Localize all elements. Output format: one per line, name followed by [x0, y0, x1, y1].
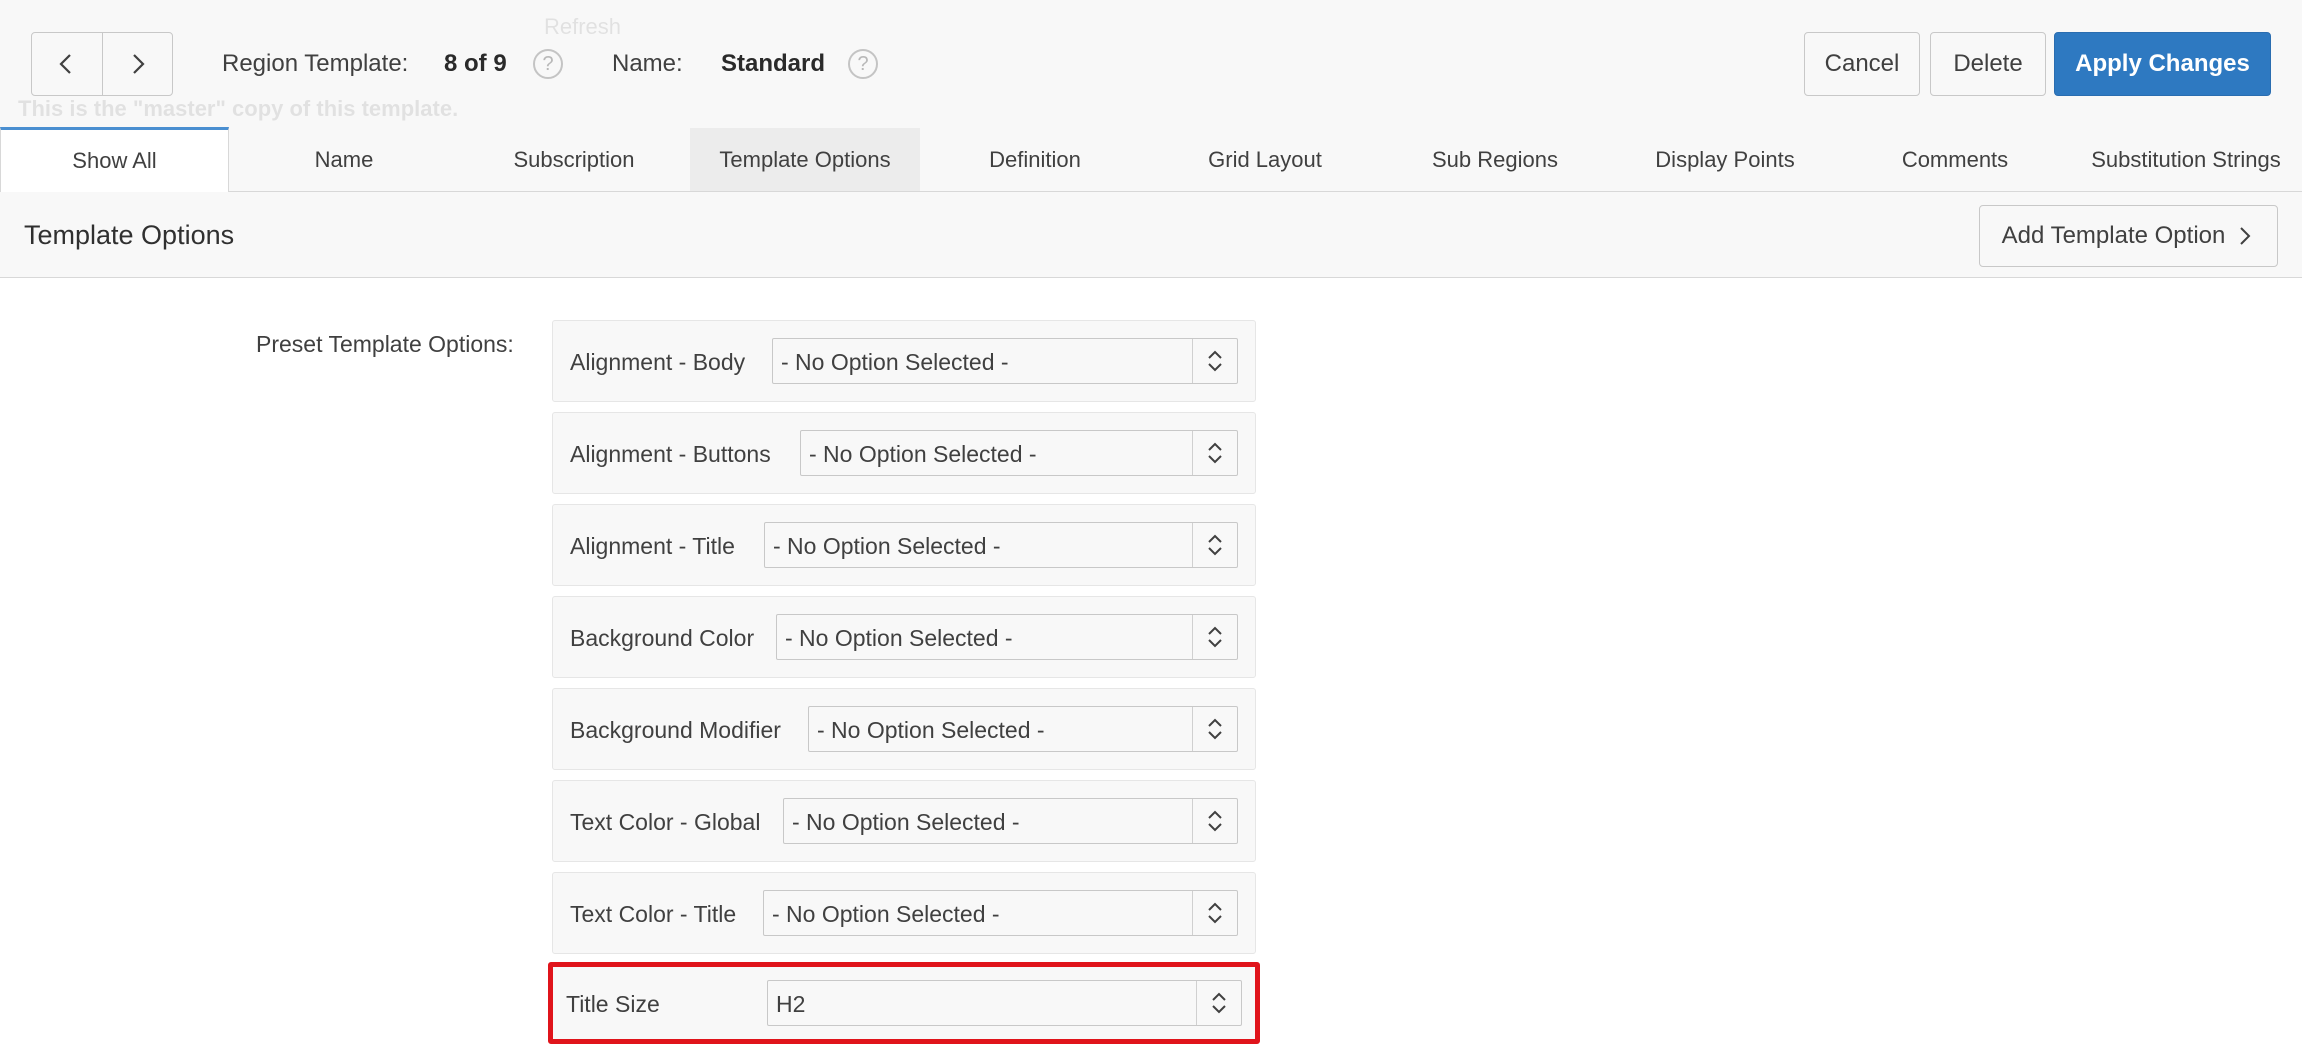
select-value: - No Option Selected - — [817, 717, 1045, 743]
option-label: Background Modifier — [570, 717, 781, 743]
tab-template-options[interactable]: Template Options — [690, 128, 920, 191]
name-label: Name: — [612, 50, 683, 77]
select-value: - No Option Selected - — [781, 349, 1009, 375]
select-arrows-icon — [1192, 615, 1237, 659]
apply-changes-button[interactable]: Apply Changes — [2054, 32, 2271, 96]
option-label: Alignment - Buttons — [570, 441, 771, 467]
tab-name[interactable]: Name — [229, 128, 459, 191]
select-value: - No Option Selected - — [772, 901, 1000, 927]
select-arrows-icon — [1192, 891, 1237, 935]
option-row-background-color: Background Color - No Option Selected - — [552, 596, 1256, 678]
option-row-text-color-title: Text Color - Title - No Option Selected … — [552, 872, 1256, 954]
background-color-select[interactable]: - No Option Selected - — [776, 614, 1238, 660]
option-label: Text Color - Title — [570, 901, 737, 927]
tab-show-all[interactable]: Show All — [0, 127, 229, 192]
select-value: H2 — [776, 991, 806, 1017]
preset-template-options-label: Preset Template Options: — [256, 331, 514, 357]
title-size-select[interactable]: H2 — [767, 980, 1242, 1026]
tab-bar: Show All Name Subscription Template Opti… — [0, 127, 2302, 192]
select-value: - No Option Selected - — [809, 441, 1037, 467]
select-arrows-icon — [1192, 707, 1237, 751]
tab-definition[interactable]: Definition — [920, 128, 1150, 191]
region-header: Template Options Add Template Option — [0, 192, 2302, 278]
select-arrows-icon — [1192, 523, 1237, 567]
help-icon[interactable]: ? — [848, 49, 878, 79]
tab-subscription[interactable]: Subscription — [459, 128, 689, 191]
add-template-option-label: Add Template Option — [2001, 222, 2226, 249]
select-value: - No Option Selected - — [792, 809, 1020, 835]
select-arrows-icon — [1196, 981, 1241, 1025]
help-icon[interactable]: ? — [533, 49, 563, 79]
previous-button[interactable] — [32, 33, 102, 95]
option-label: Alignment - Title — [570, 533, 735, 559]
select-arrows-icon — [1192, 431, 1237, 475]
option-label: Title Size — [566, 991, 660, 1017]
tab-substitution-strings[interactable]: Substitution Strings — [2070, 128, 2302, 191]
background-modifier-select[interactable]: - No Option Selected - — [808, 706, 1238, 752]
next-button[interactable] — [101, 33, 173, 95]
select-value: - No Option Selected - — [773, 533, 1001, 559]
region-title: Template Options — [24, 220, 235, 250]
tab-grid-layout[interactable]: Grid Layout — [1150, 128, 1380, 191]
option-label: Text Color - Global — [570, 809, 761, 835]
select-arrows-icon — [1192, 799, 1237, 843]
option-row-background-modifier: Background Modifier - No Option Selected… — [552, 688, 1256, 770]
chevron-left-icon — [59, 54, 71, 74]
cancel-button[interactable]: Cancel — [1804, 32, 1920, 96]
region-template-label: Region Template: — [222, 50, 409, 77]
tab-comments[interactable]: Comments — [1840, 128, 2070, 191]
option-row-alignment-title: Alignment - Title - No Option Selected - — [552, 504, 1256, 586]
tab-sub-regions[interactable]: Sub Regions — [1380, 128, 1610, 191]
option-row-title-size: Title Size H2 — [548, 962, 1260, 1044]
alignment-body-select[interactable]: - No Option Selected - — [772, 338, 1238, 384]
option-label: Alignment - Body — [570, 349, 746, 375]
select-arrows-icon — [1192, 339, 1237, 383]
tab-display-points[interactable]: Display Points — [1610, 128, 1840, 191]
region-template-position: 8 of 9 — [444, 50, 507, 77]
select-value: - No Option Selected - — [785, 625, 1013, 651]
chevron-right-icon — [133, 54, 145, 74]
text-color-title-select[interactable]: - No Option Selected - — [763, 890, 1238, 936]
delete-button[interactable]: Delete — [1930, 32, 2046, 96]
refresh-ghost-text: Refresh — [544, 14, 622, 39]
text-color-global-select[interactable]: - No Option Selected - — [783, 798, 1238, 844]
option-row-alignment-body: Alignment - Body - No Option Selected - — [552, 320, 1256, 402]
record-navigation — [31, 32, 173, 96]
master-note-ghost-text: This is the "master" copy of this templa… — [18, 96, 459, 121]
chevron-right-icon — [2240, 227, 2251, 245]
option-label: Background Color — [570, 625, 755, 651]
option-row-alignment-buttons: Alignment - Buttons - No Option Selected… — [552, 412, 1256, 494]
alignment-title-select[interactable]: - No Option Selected - — [764, 522, 1238, 568]
alignment-buttons-select[interactable]: - No Option Selected - — [800, 430, 1238, 476]
name-value: Standard — [721, 50, 826, 77]
option-row-text-color-global: Text Color - Global - No Option Selected… — [552, 780, 1256, 862]
add-template-option-button[interactable]: Add Template Option — [1979, 205, 2278, 267]
